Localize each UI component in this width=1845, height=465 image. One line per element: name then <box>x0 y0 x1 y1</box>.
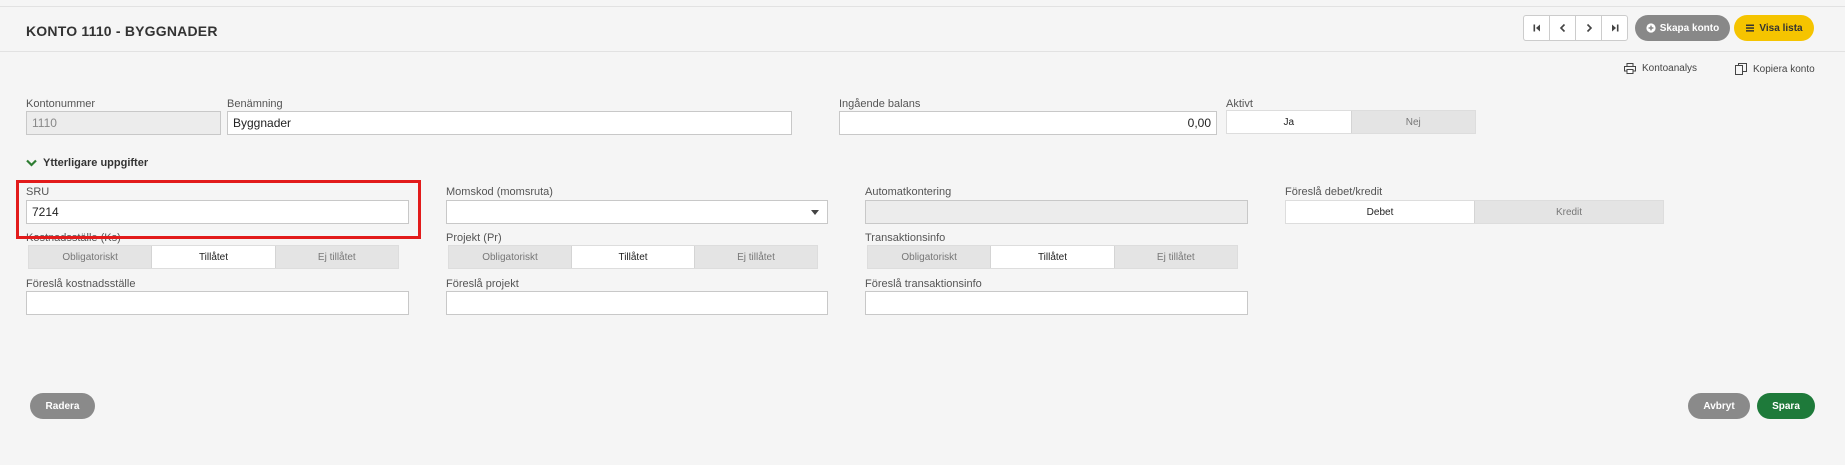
record-navigation <box>1523 15 1628 41</box>
cost-center-mandatory-option[interactable]: Obligatoriskt <box>29 246 153 268</box>
skip-first-icon <box>1533 24 1540 32</box>
project-allowed-option[interactable]: Tillåtet <box>572 246 695 268</box>
cost-center-toggle: Obligatoriskt Tillåtet Ej tillåtet <box>28 245 399 269</box>
page-header: KONTO 1110 - BYGGNADER Skapa konto Visa … <box>0 7 1845 52</box>
name-label: Benämning <box>227 98 283 110</box>
chevron-left-icon <box>1559 23 1565 33</box>
copy-icon <box>1735 63 1747 75</box>
suggest-cost-center-input[interactable] <box>26 291 409 315</box>
debit-credit-toggle: Debet Kredit <box>1285 200 1664 224</box>
project-mandatory-option[interactable]: Obligatoriskt <box>449 246 572 268</box>
suggest-cost-center-label: Föreslå kostnadsställe <box>26 278 136 290</box>
active-toggle: Ja Nej <box>1226 110 1476 134</box>
debit-option[interactable]: Debet <box>1286 201 1475 223</box>
previous-record-button[interactable] <box>1549 15 1576 41</box>
last-record-button[interactable] <box>1601 15 1628 41</box>
cancel-button[interactable]: Avbryt <box>1688 393 1750 419</box>
opening-balance-input[interactable] <box>839 111 1217 135</box>
copy-account-link[interactable]: Kopiera konto <box>1735 63 1815 75</box>
name-input[interactable] <box>227 111 792 135</box>
project-toggle: Obligatoriskt Tillåtet Ej tillåtet <box>448 245 818 269</box>
auto-posting-input[interactable] <box>865 200 1248 224</box>
project-not-allowed-option[interactable]: Ej tillåtet <box>695 246 817 268</box>
account-analysis-link[interactable]: Kontoanalys <box>1624 63 1697 74</box>
additional-details-label: Ytterligare uppgifter <box>43 157 149 169</box>
vat-code-label: Momskod (momsruta) <box>446 186 553 198</box>
printer-icon <box>1624 63 1636 74</box>
debit-credit-label: Föreslå debet/kredit <box>1285 186 1383 198</box>
copy-account-label: Kopiera konto <box>1753 63 1815 75</box>
account-analysis-label: Kontoanalys <box>1642 63 1698 74</box>
active-yes-option[interactable]: Ja <box>1227 111 1352 133</box>
save-button[interactable]: Spara <box>1757 393 1815 419</box>
active-label: Aktivt <box>1226 98 1253 110</box>
account-page: KONTO 1110 - BYGGNADER Skapa konto Visa … <box>0 0 1845 465</box>
chevron-right-icon <box>1586 23 1592 33</box>
chevron-down-icon <box>26 159 37 167</box>
additional-details-toggle[interactable]: Ytterligare uppgifter <box>26 157 148 169</box>
create-account-button[interactable]: Skapa konto <box>1635 15 1730 41</box>
account-number-input[interactable] <box>26 111 221 135</box>
project-label: Projekt (Pr) <box>446 232 502 244</box>
cost-center-allowed-option[interactable]: Tillåtet <box>152 246 276 268</box>
cost-center-not-allowed-option[interactable]: Ej tillåtet <box>275 246 398 268</box>
show-list-label: Visa lista <box>1759 22 1803 34</box>
vat-code-select[interactable] <box>446 200 828 224</box>
transaction-info-mandatory-option[interactable]: Obligatoriskt <box>868 246 992 268</box>
account-number-label: Kontonummer <box>26 98 96 110</box>
sru-highlight-frame <box>16 180 421 239</box>
delete-button[interactable]: Radera <box>30 393 95 419</box>
first-record-button[interactable] <box>1523 15 1550 41</box>
transaction-info-label: Transaktionsinfo <box>865 232 946 244</box>
transaction-info-not-allowed-option[interactable]: Ej tillåtet <box>1114 246 1237 268</box>
skip-last-icon <box>1611 24 1618 32</box>
show-list-button[interactable]: Visa lista <box>1734 15 1814 41</box>
page-title: KONTO 1110 - BYGGNADER <box>26 23 218 39</box>
active-no-option[interactable]: Nej <box>1351 111 1475 133</box>
suggest-transaction-info-input[interactable] <box>865 291 1248 315</box>
suggest-project-input[interactable] <box>446 291 828 315</box>
transaction-info-allowed-option[interactable]: Tillåtet <box>991 246 1115 268</box>
suggest-project-label: Föreslå projekt <box>446 278 519 290</box>
plus-circle-icon <box>1646 23 1656 33</box>
credit-option[interactable]: Kredit <box>1475 201 1663 223</box>
next-record-button[interactable] <box>1575 15 1602 41</box>
create-account-label: Skapa konto <box>1659 22 1720 34</box>
opening-balance-label: Ingående balans <box>839 98 921 110</box>
transaction-info-toggle: Obligatoriskt Tillåtet Ej tillåtet <box>867 245 1238 269</box>
suggest-transaction-info-label: Föreslå transaktionsinfo <box>865 278 982 290</box>
caret-down-icon <box>811 210 819 215</box>
header-divider <box>0 51 1845 52</box>
list-icon <box>1746 24 1755 32</box>
auto-posting-label: Automatkontering <box>865 186 952 198</box>
